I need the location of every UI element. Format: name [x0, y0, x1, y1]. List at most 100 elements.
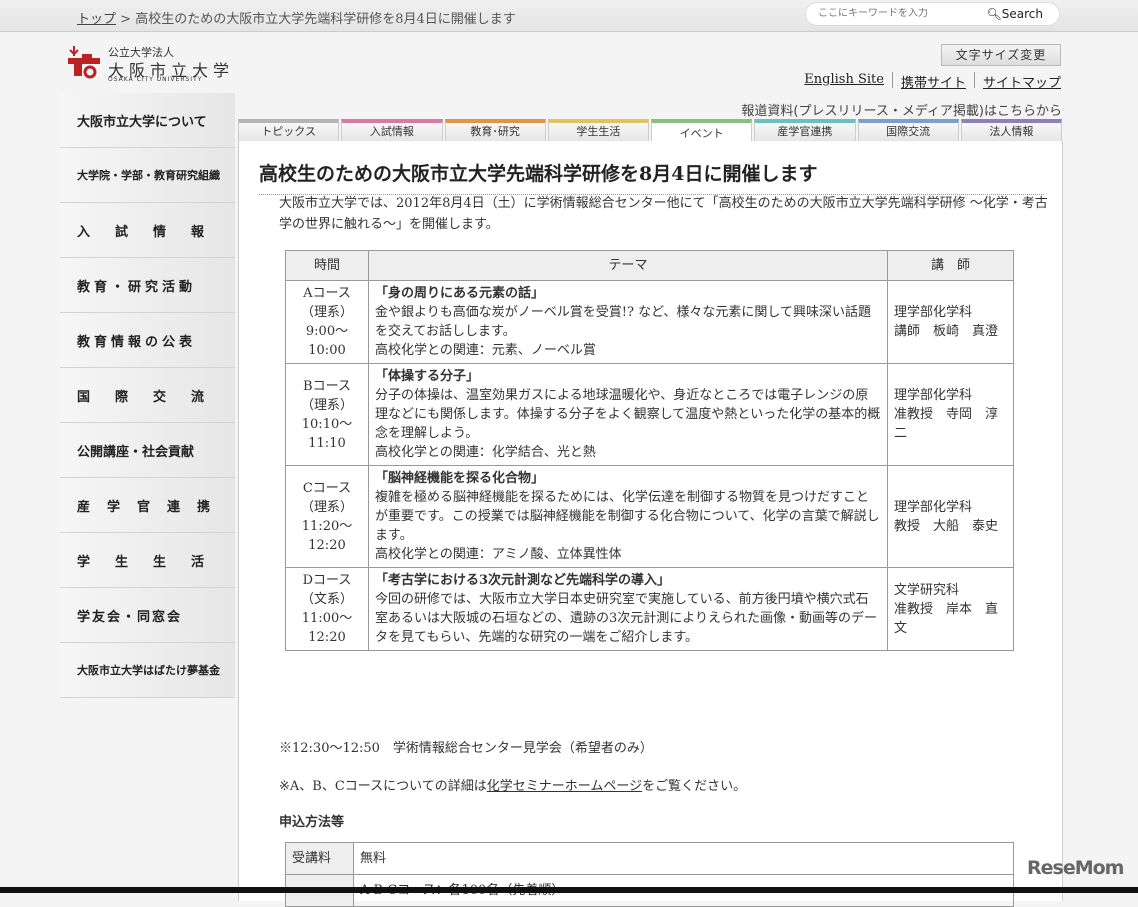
tab-item[interactable]: 産学官連携: [754, 119, 856, 141]
page-title: 高校生のための大阪市立大学先端科学研修を8月4日に開催します: [259, 159, 1044, 195]
search-icon: 🔍︎: [986, 7, 1002, 21]
lecturer-name: 講師 板崎 真澄: [894, 324, 999, 339]
theme-cell: 「身の周りにある元素の話」金や銀よりも高価な炭がノーベル賞を受賞!? など、様々…: [368, 280, 888, 364]
bottom-bar: [0, 887, 1138, 893]
theme-description: 分子の体操は、温室効果ガスによる地球温暖化や、身近なところでは電子レンジの原理な…: [375, 388, 881, 441]
sidebar-item[interactable]: 大阪市立大学はばたけ夢基金: [60, 643, 235, 698]
course-name: Bコース: [303, 378, 351, 394]
article: 高校生のための大阪市立大学先端科学研修を8月4日に開催します 大阪市立大学では、…: [238, 141, 1063, 907]
lecturer-cell: 理学部化学科講師 板崎 真澄: [887, 280, 1014, 364]
font-size-button[interactable]: 文字サイズ変更: [941, 44, 1061, 66]
theme-title: 「身の周りにある元素の話」: [375, 286, 545, 301]
divider: [973, 72, 975, 88]
theme-cell: 「体操する分子」分子の体操は、温室効果ガスによる地球温暖化や、身近なところでは電…: [368, 363, 888, 466]
sidebar-item[interactable]: 大阪市立大学について: [60, 93, 235, 148]
details-note: ※A、B、Cコースについての詳細は化学セミナーホームページをご覧ください。: [279, 775, 746, 794]
search-box: 🔍︎Search: [805, 2, 1060, 26]
application-heading: 申込方法等: [279, 815, 345, 830]
course-time: 11:20〜12:20: [301, 518, 353, 553]
breadcrumb: トップ > 高校生のための大阪市立大学先端科学研修を8月4日に開催します: [77, 8, 516, 27]
theme-relation: 高校化学との関連：化学結合、光と熱: [375, 445, 596, 460]
category-tabs: トピックス 入試情報 教育･研究 学生生活 イベント 産学官連携 国際交流 法人情報: [238, 119, 1062, 143]
theme-relation: 高校化学との関連：アミノ酸、立体異性体: [375, 547, 622, 562]
note-text: ※A、B、Cコースについての詳細は: [279, 779, 487, 794]
theme-description: 複雑を極める脳神経機能を探るためには、化学伝達を制御する物質を見つけだすことが重…: [375, 490, 880, 543]
column-header: 講 師: [887, 250, 1014, 281]
university-logo[interactable]: 公立大学法人 大阪市立大学 OSAKA CITY UNIVERSITY: [66, 44, 241, 84]
column-header: 時間: [285, 250, 369, 281]
sidebar-item[interactable]: 大学院・学部・教育研究組織: [60, 148, 235, 203]
course-name: Cコース: [302, 480, 352, 496]
course-name: Aコース: [303, 286, 351, 301]
logo-line3: OSAKA CITY UNIVERSITY: [108, 76, 203, 83]
intro-text: 大阪市立大学では、2012年8月4日（土）に学術情報総合センター他にて「高校生の…: [279, 196, 1048, 232]
tab-item[interactable]: 法人情報: [960, 119, 1062, 141]
course-type: （文系）: [300, 592, 353, 607]
theme-description: 金や銀よりも高価な炭がノーベル賞を受賞!? など、様々な元素に関して興味深い話題…: [375, 305, 872, 339]
table-row: 受講料 無料: [285, 842, 1014, 875]
resemom-watermark: ReseMom: [1027, 857, 1124, 879]
tab-item[interactable]: 学生生活: [547, 119, 649, 141]
lecturer-cell: 理学部化学科教授 大船 泰史: [887, 465, 1014, 568]
sitemap-link[interactable]: サイトマップ: [983, 72, 1061, 91]
table-row: Bコース （理系） 10:10〜11:10 「体操する分子」分子の体操は、温室効果ガ…: [285, 363, 1014, 466]
tour-note: ※12:30〜12:50 学術情報総合センター見学会（希望者のみ）: [279, 741, 653, 756]
table-row: Aコース （理系） 9:00〜10:00 「身の周りにある元素の話」金や銀よりも高価…: [285, 280, 1014, 364]
table-row: Dコース （文系） 11:00〜12:20 「考古学における3次元計測など先端科学の…: [285, 567, 1014, 651]
course-name: Dコース: [302, 573, 352, 588]
course-time: 11:00〜12:20: [301, 611, 353, 645]
course-type: （理系）: [300, 305, 353, 320]
apply-key: 受講料: [285, 842, 354, 875]
english-site-link[interactable]: English Site: [804, 72, 884, 91]
lecturer-name: 准教授 寺岡 淳二: [894, 407, 999, 441]
sidebar-item[interactable]: 学友会・同窓会: [60, 588, 235, 643]
search-button[interactable]: 🔍︎Search: [987, 7, 1043, 21]
breadcrumb-current: 高校生のための大阪市立大学先端科学研修を8月4日に開催します: [135, 12, 516, 27]
course-time: 9:00〜10:00: [305, 324, 349, 358]
theme-relation: 高校化学との関連：元素、ノーベル賞: [375, 343, 596, 358]
sidebar-item[interactable]: 学 生 生 活: [60, 533, 235, 588]
sidebar: 大阪市立大学について 大学院・学部・教育研究組織 入 試 情 報 教育・研究活動…: [60, 93, 235, 698]
course-type: （理系）: [300, 499, 353, 515]
time-cell: Aコース （理系） 9:00〜10:00: [285, 280, 369, 364]
lecturer-cell: 文学研究科 准教授 岸本 直文: [887, 567, 1014, 651]
theme-title: 「考古学における3次元計測など先端科学の導入」: [375, 573, 671, 588]
theme-description: 今回の研修では、大阪市立大学日本史研究室で実施している、前方後円墳や横穴式石室あ…: [375, 592, 878, 645]
theme-title: 「体操する分子」: [375, 369, 480, 384]
sidebar-item[interactable]: 公開講座・社会貢献: [60, 423, 235, 478]
tab-item[interactable]: トピックス: [238, 119, 340, 141]
search-input[interactable]: [818, 8, 978, 19]
sidebar-item[interactable]: 入 試 情 報: [60, 203, 235, 258]
time-cell: Dコース （文系） 11:00〜12:20: [285, 567, 369, 651]
breadcrumb-home-link[interactable]: トップ: [77, 12, 116, 27]
lecturer-dept: 理学部化学科: [894, 499, 973, 515]
theme-title: 「脳神経機能を探る化合物」: [375, 471, 545, 486]
search-button-label: Search: [1001, 7, 1043, 21]
tab-item[interactable]: 入試情報: [341, 119, 443, 141]
divider: [891, 72, 893, 88]
breadcrumb-separator: >: [116, 12, 136, 27]
sidebar-item[interactable]: 産 学 官 連 携: [60, 478, 235, 533]
theme-cell: 「考古学における3次元計測など先端科学の導入」今回の研修では、大阪市立大学日本史…: [368, 567, 888, 651]
course-time: 10:10〜11:10: [301, 416, 353, 451]
tab-item[interactable]: 国際交流: [857, 119, 959, 141]
press-release-link[interactable]: 報道資料(プレスリリース・メディア掲載)はこちらから: [741, 100, 1062, 119]
note-text: をご覧ください。: [642, 779, 747, 794]
tab-item[interactable]: イベント: [651, 119, 753, 143]
sidebar-item[interactable]: 国 際 交 流: [60, 368, 235, 423]
mobile-site-link[interactable]: 携帯サイト: [901, 72, 966, 91]
header-links: English Site 携帯サイト サイトマップ: [804, 72, 1061, 91]
schedule-table: 時間 テーマ 講 師 Aコース （理系） 9:00〜10:00 「身の周りにある元素…: [285, 250, 1014, 651]
time-cell: Cコース （理系） 11:20〜12:20: [285, 465, 369, 568]
lecturer-cell: 理学部化学科 准教授 寺岡 淳二: [887, 363, 1014, 466]
theme-cell: 「脳神経機能を探る化合物」複雑を極める脳神経機能を探るためには、化学伝達を制御す…: [368, 465, 888, 568]
sidebar-item[interactable]: 教育・研究活動: [60, 258, 235, 313]
lecturer-name: 教授 大船 泰史: [894, 518, 999, 534]
chem-seminar-link[interactable]: 化学セミナーホームページ: [487, 779, 642, 794]
sidebar-item[interactable]: 教育情報の公表: [60, 313, 235, 368]
tab-item[interactable]: 教育･研究: [444, 119, 546, 141]
table-row: Cコース （理系） 11:20〜12:20 「脳神経機能を探る化合物」複雑を極める脳…: [285, 465, 1014, 568]
lecturer-dept: 理学部化学科: [894, 305, 973, 320]
course-type: （理系）: [300, 397, 353, 413]
time-cell: Bコース （理系） 10:10〜11:10: [285, 363, 369, 466]
